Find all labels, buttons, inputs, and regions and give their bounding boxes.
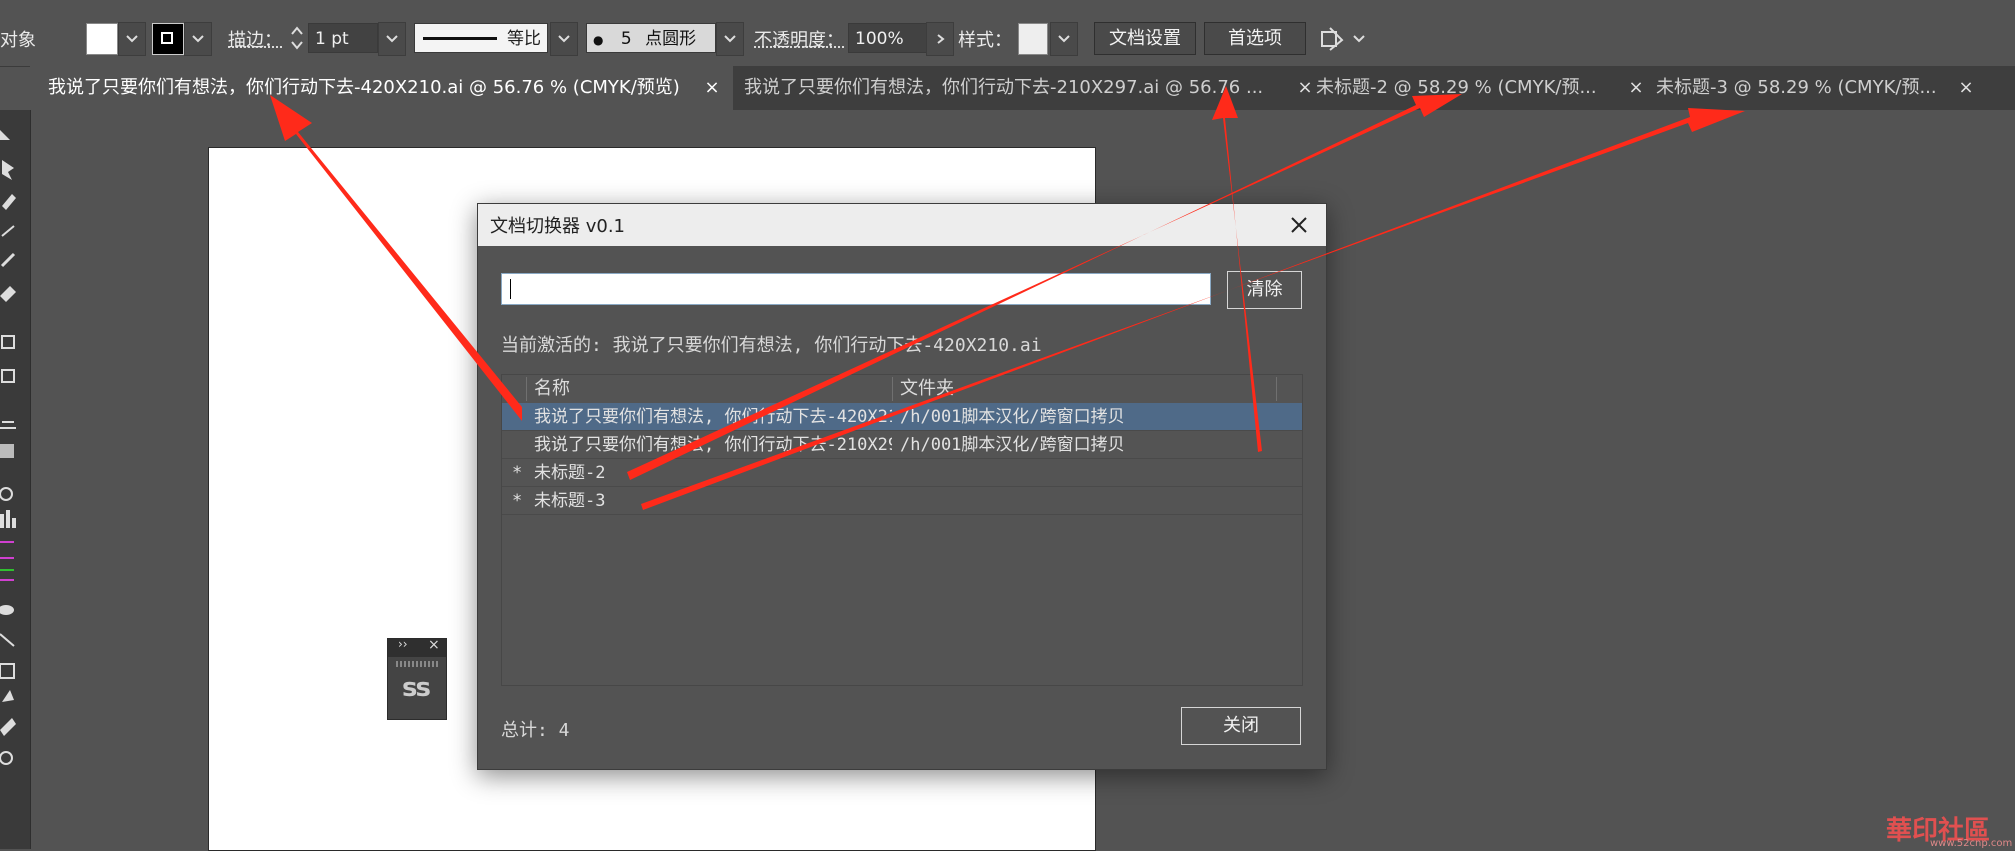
total-count: 总计: 4: [501, 716, 570, 742]
mini-panel-header[interactable]: ›› ×: [388, 639, 446, 657]
row-name: 我说了只要你们有想法, 你们行动下去-420X210.ai: [534, 403, 892, 431]
row-name: 未标题-3: [534, 487, 892, 515]
tab-untitled-2-close-icon[interactable]: ×: [1626, 66, 1646, 110]
table-row[interactable]: * 未标题-3: [502, 487, 1302, 515]
table-row[interactable]: 我说了只要你们有想法, 你们行动下去-210X297.ai /h/001脚本汉化…: [502, 431, 1302, 459]
stroke-stepper-icon[interactable]: [288, 22, 306, 54]
stroke-profile-line-icon: [423, 37, 497, 40]
brush-label: 点圆形: [645, 29, 696, 49]
floating-mini-panel[interactable]: ›› × ss: [387, 638, 447, 720]
document-list-table[interactable]: 名称 文件夹 我说了只要你们有想法, 你们行动下去-420X210.ai /h/…: [501, 374, 1303, 686]
tab-doc-2[interactable]: 我说了只要你们有想法，你们行动下去-210X297.ai @ 56.76 ...: [744, 66, 1302, 110]
tab-untitled-2[interactable]: 未标题-2 @ 58.29 % (CMYK/预...: [1316, 66, 1626, 110]
document-switcher-dialog: 文档切换器 v0.1 清除 当前激活的: 我说了只要你们有想法, 你们行动下去-…: [477, 203, 1327, 770]
active-document-text: 当前激活的: 我说了只要你们有想法, 你们行动下去-420X210.ai: [501, 331, 1042, 357]
object-label: 对象: [0, 26, 36, 52]
search-input[interactable]: [501, 273, 1211, 305]
style-label: 样式：: [958, 26, 1012, 52]
stroke-weight-dropdown-icon[interactable]: [378, 22, 406, 56]
tab-doc-1-label: 我说了只要你们有想法，你们行动下去-420X210.ai @ 56.76 % (…: [30, 77, 680, 98]
row-name: 未标题-2: [534, 459, 892, 487]
arrange-icon[interactable]: [1318, 24, 1368, 54]
stroke-weight-field[interactable]: 1 pt: [308, 23, 378, 53]
tab-untitled-3-close-icon[interactable]: ×: [1956, 66, 1976, 110]
tools-icons: [0, 110, 30, 849]
stroke-label[interactable]: 描边：: [228, 26, 282, 52]
style-swatch[interactable]: [1018, 23, 1048, 55]
mini-panel-close-icon[interactable]: ×: [428, 637, 440, 653]
tab-doc-2-close-icon[interactable]: ×: [1295, 66, 1315, 110]
watermark-url: www.52cnp.com: [1930, 838, 2012, 849]
brush-dropdown-icon[interactable]: [716, 22, 744, 56]
column-separator: [526, 377, 527, 401]
opacity-field[interactable]: 100%: [848, 23, 930, 53]
tab-doc-2-label: 我说了只要你们有想法，你们行动下去-210X297.ai @ 56.76 ...: [744, 77, 1263, 98]
control-bar: 对象 描边： 1 pt 等比 ● 5 点圆形 不透明度： 100% 样式： 文档…: [0, 0, 2015, 67]
tab-doc-1[interactable]: 我说了只要你们有想法，你们行动下去-420X210.ai @ 56.76 % (…: [30, 66, 733, 110]
grip-icon: [396, 661, 438, 667]
opacity-label[interactable]: 不透明度：: [754, 26, 844, 52]
row-mark: *: [512, 459, 522, 487]
dialog-close-icon[interactable]: [1286, 212, 1312, 238]
column-separator: [892, 377, 893, 401]
brush-value: 5: [621, 29, 632, 49]
document-tab-bar: 我说了只要你们有想法，你们行动下去-420X210.ai @ 56.76 % (…: [30, 66, 2015, 110]
table-header: 名称 文件夹: [502, 375, 1302, 404]
stroke-swatch-inner-icon: [161, 32, 173, 44]
tab-untitled-3-label: 未标题-3 @ 58.29 % (CMYK/预...: [1656, 77, 1937, 98]
stroke-dropdown-icon[interactable]: [184, 22, 212, 56]
collapse-icon[interactable]: ››: [398, 637, 408, 651]
row-mark: *: [512, 487, 522, 515]
tab-untitled-2-label: 未标题-2 @ 58.29 % (CMYK/预...: [1316, 77, 1597, 98]
column-header-name[interactable]: 名称: [534, 375, 570, 403]
close-button[interactable]: 关闭: [1181, 707, 1301, 745]
column-header-folder[interactable]: 文件夹: [900, 375, 954, 403]
table-row[interactable]: 我说了只要你们有想法, 你们行动下去-420X210.ai /h/001脚本汉化…: [502, 403, 1302, 431]
stroke-swatch[interactable]: [152, 23, 184, 55]
brush-field[interactable]: ● 5 点圆形: [586, 23, 716, 53]
row-folder: /h/001脚本汉化/跨窗口拷贝: [900, 403, 1300, 431]
style-dropdown-icon[interactable]: [1050, 22, 1078, 56]
fill-swatch[interactable]: [86, 23, 118, 55]
column-separator: [1276, 377, 1277, 401]
row-folder: /h/001脚本汉化/跨窗口拷贝: [900, 431, 1300, 459]
row-folder: [900, 487, 1300, 515]
tools-panel: [0, 110, 31, 849]
clear-button[interactable]: 清除: [1227, 271, 1302, 309]
fill-dropdown-icon[interactable]: [118, 22, 146, 56]
stroke-profile-field[interactable]: 等比: [414, 23, 548, 53]
tab-doc-1-close-icon[interactable]: ×: [702, 66, 722, 110]
dialog-title: 文档切换器 v0.1: [490, 212, 625, 238]
preferences-button[interactable]: 首选项: [1204, 22, 1306, 55]
stroke-profile-dropdown-icon[interactable]: [550, 22, 578, 56]
opacity-arrow-icon[interactable]: [926, 22, 954, 56]
row-name: 我说了只要你们有想法, 你们行动下去-210X297.ai: [534, 431, 892, 459]
document-setup-button[interactable]: 文档设置: [1094, 22, 1196, 55]
tab-untitled-3[interactable]: 未标题-3 @ 58.29 % (CMYK/预...: [1656, 66, 1956, 110]
stroke-profile-label: 等比: [507, 24, 541, 54]
brush-dot-icon: ●: [593, 33, 603, 47]
table-row[interactable]: * 未标题-2: [502, 459, 1302, 487]
dialog-title-bar[interactable]: 文档切换器 v0.1: [478, 204, 1326, 246]
text-caret: [510, 279, 511, 299]
row-folder: [900, 459, 1300, 487]
ss-icon[interactable]: ss: [402, 673, 429, 703]
